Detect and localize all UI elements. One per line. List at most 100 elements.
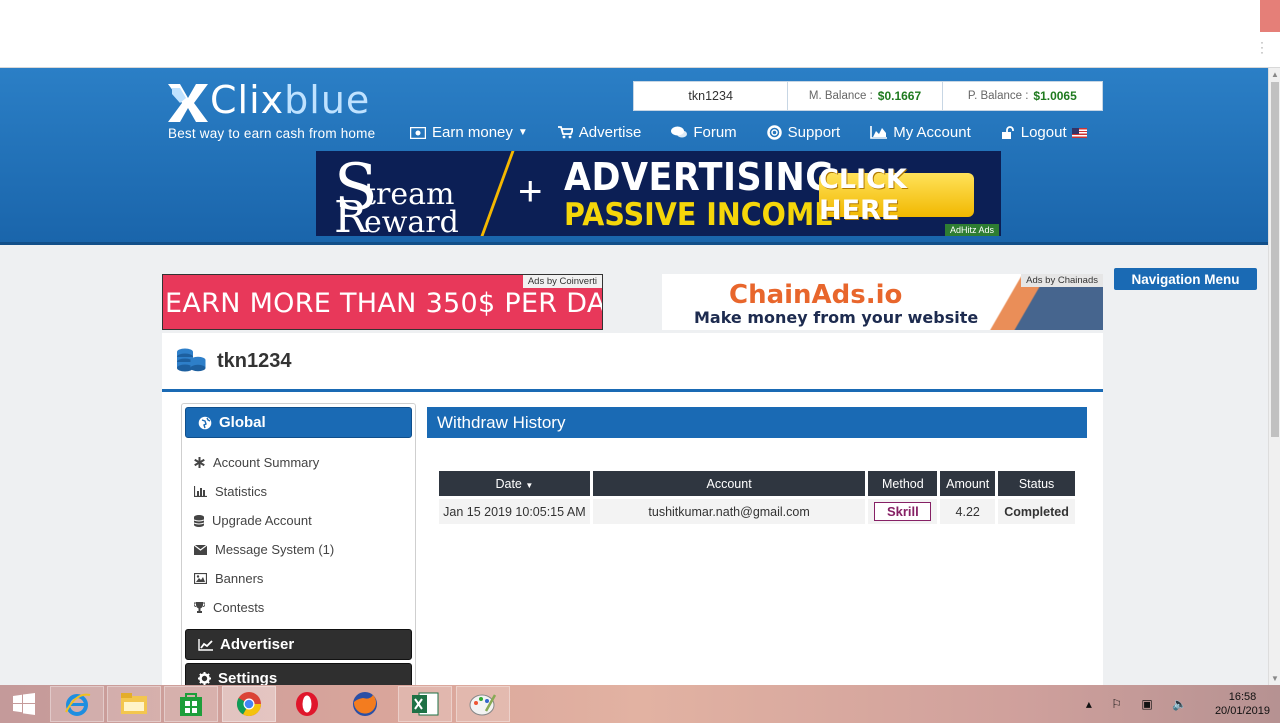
nav-my-account[interactable]: My Account [870,124,971,141]
image-icon [194,573,207,584]
nav-support[interactable]: Support [766,124,840,141]
cell-status: Completed [998,499,1075,524]
column-date[interactable]: Date ▼ [439,471,590,496]
scroll-down-icon[interactable]: ▼ [1271,674,1279,683]
comments-icon [671,126,688,138]
panel-username: tkn1234 [217,349,292,372]
chart-area-icon [870,126,888,139]
balance-bar: tkn1234 M. Balance : $0.1667 P. Balance … [633,81,1103,111]
banner-letter-r: R [334,192,368,236]
banner-advertising: ADVERTISING [564,155,835,199]
tray-icons[interactable]: ▴ ⚐ ▣ 🔈 [1086,697,1195,711]
asterisk-icon [194,457,205,468]
us-flag-icon[interactable] [1072,128,1087,138]
taskbar-firefox[interactable] [338,686,392,722]
globe-icon [198,416,212,429]
coinverti-ad-tag[interactable]: Ads by Coinverti [522,275,602,288]
nav-forum[interactable]: Forum [671,124,737,141]
purchase-balance: P. Balance : $1.0065 [943,82,1102,110]
sidebar-item-banners[interactable]: Banners [194,564,415,593]
logo-tagline: Best way to earn cash from home [168,126,376,141]
account-sidebar: Global Account Summary Statistics Upgrad… [181,403,416,694]
chevron-down-icon: ▼ [517,127,528,138]
excel-icon [412,692,439,716]
sidebar-item-contests[interactable]: Contests [194,593,415,622]
top-ad-banner[interactable]: S tream R eward + ADVERTISING PASSIVE IN… [316,151,1001,236]
column-amount[interactable]: Amount [940,471,996,496]
withdraw-history-section: Withdraw History Date ▼ Account Method A… [427,407,1087,524]
sidebar-advertiser-header[interactable]: Advertiser [185,629,412,660]
browser-menu-icon[interactable]: · · · [1260,36,1264,58]
internet-explorer-icon [65,693,91,716]
main-balance: M. Balance : $0.1667 [788,82,943,110]
scroll-up-icon[interactable]: ▲ [1271,70,1279,79]
sidebar-item-label: Upgrade Account [212,513,312,528]
page-scrollbar[interactable]: ▲ ▼ [1268,68,1280,685]
sidebar-item-upgrade-account[interactable]: Upgrade Account [194,506,415,535]
nav-advertise[interactable]: Advertise [557,124,642,141]
nav-logout[interactable]: Logout [1001,124,1067,141]
banner-network-tag[interactable]: AdHitz Ads [944,224,999,236]
window-close-region[interactable] [1260,0,1280,32]
username-display[interactable]: tkn1234 [634,82,789,110]
file-explorer-icon [121,693,147,714]
sidebar-item-label: Banners [215,571,264,586]
store-icon [180,693,202,716]
scrollbar-thumb[interactable] [1271,82,1279,437]
nav-logout-label: Logout [1020,124,1067,141]
sidebar-item-label: Account Summary [213,455,320,470]
sidebar-item-message-system[interactable]: Message System (1) [194,535,415,564]
cell-method: Skrill [868,499,938,524]
site-header: Clixblue Best way to earn cash from home… [0,68,1268,245]
system-clock[interactable]: 16:58 20/01/2019 [1215,690,1270,718]
unlock-icon [1001,125,1014,139]
browser-chrome: · · · [0,0,1280,68]
main-balance-label: M. Balance : [808,90,873,102]
firefox-icon [353,692,377,716]
column-method[interactable]: Method [868,471,938,496]
logo-text-blue: blue [284,78,371,122]
cell-date: Jan 15 2019 10:05:15 AM [439,499,590,524]
site-logo[interactable]: Clixblue Best way to earn cash from home [168,78,388,142]
money-icon [410,126,426,139]
database-icon [194,514,204,527]
taskbar-internet-explorer[interactable] [50,686,104,722]
logo-mark-icon [168,84,208,122]
chrome-icon [236,692,261,717]
sidebar-item-account-summary[interactable]: Account Summary [194,448,415,477]
sidebar-global-label: Global [219,414,266,431]
paint-icon [469,694,497,716]
chainads-ad[interactable]: ChainAds.io Make money from your website… [662,274,1103,330]
nav-forum-label: Forum [693,124,737,141]
taskbar-opera[interactable] [280,686,334,722]
sort-desc-icon: ▼ [525,480,534,490]
withdraw-history-table: Date ▼ Account Method Amount Status Jan … [436,468,1078,527]
chainads-subtitle: Make money from your website [694,308,979,327]
column-status[interactable]: Status [998,471,1075,496]
coinverti-ad[interactable]: EARN MORE THAN 350$ PER DAY! Ads by Coin… [162,274,603,330]
chainads-ad-tag[interactable]: Ads by Chainads [1021,274,1103,287]
account-panel: tkn1234 Global Account Summary Statistic… [162,333,1103,694]
skrill-logo: Skrill [874,502,932,521]
windows-start-button[interactable] [0,685,48,723]
taskbar-store[interactable] [164,686,218,722]
banner-click-here-button[interactable]: CLICK HERE [819,164,974,226]
logo-text: Clixblue [210,78,370,122]
sidebar-item-statistics[interactable]: Statistics [194,477,415,506]
nav-earn-money-label: Earn money [432,124,513,141]
taskbar-file-explorer[interactable] [107,686,161,722]
taskbar-paint[interactable] [456,686,510,722]
navigation-menu-button[interactable]: Navigation Menu [1114,268,1257,290]
banner-passive-income: PASSIVE INCOME [564,197,834,233]
system-tray: ▴ ⚐ ▣ 🔈 16:58 20/01/2019 [1086,685,1270,723]
bar-chart-icon [194,486,207,497]
sidebar-global-header[interactable]: Global [185,407,412,438]
nav-earn-money[interactable]: Earn money ▼ [410,124,528,141]
column-account[interactable]: Account [592,471,866,496]
windows-logo-icon [13,693,35,715]
taskbar-excel[interactable] [398,686,452,722]
banner-plus: + [518,167,543,214]
table-header-row: Date ▼ Account Method Amount Status [439,471,1075,496]
nav-advertise-label: Advertise [578,124,642,141]
taskbar-chrome[interactable] [222,686,276,722]
